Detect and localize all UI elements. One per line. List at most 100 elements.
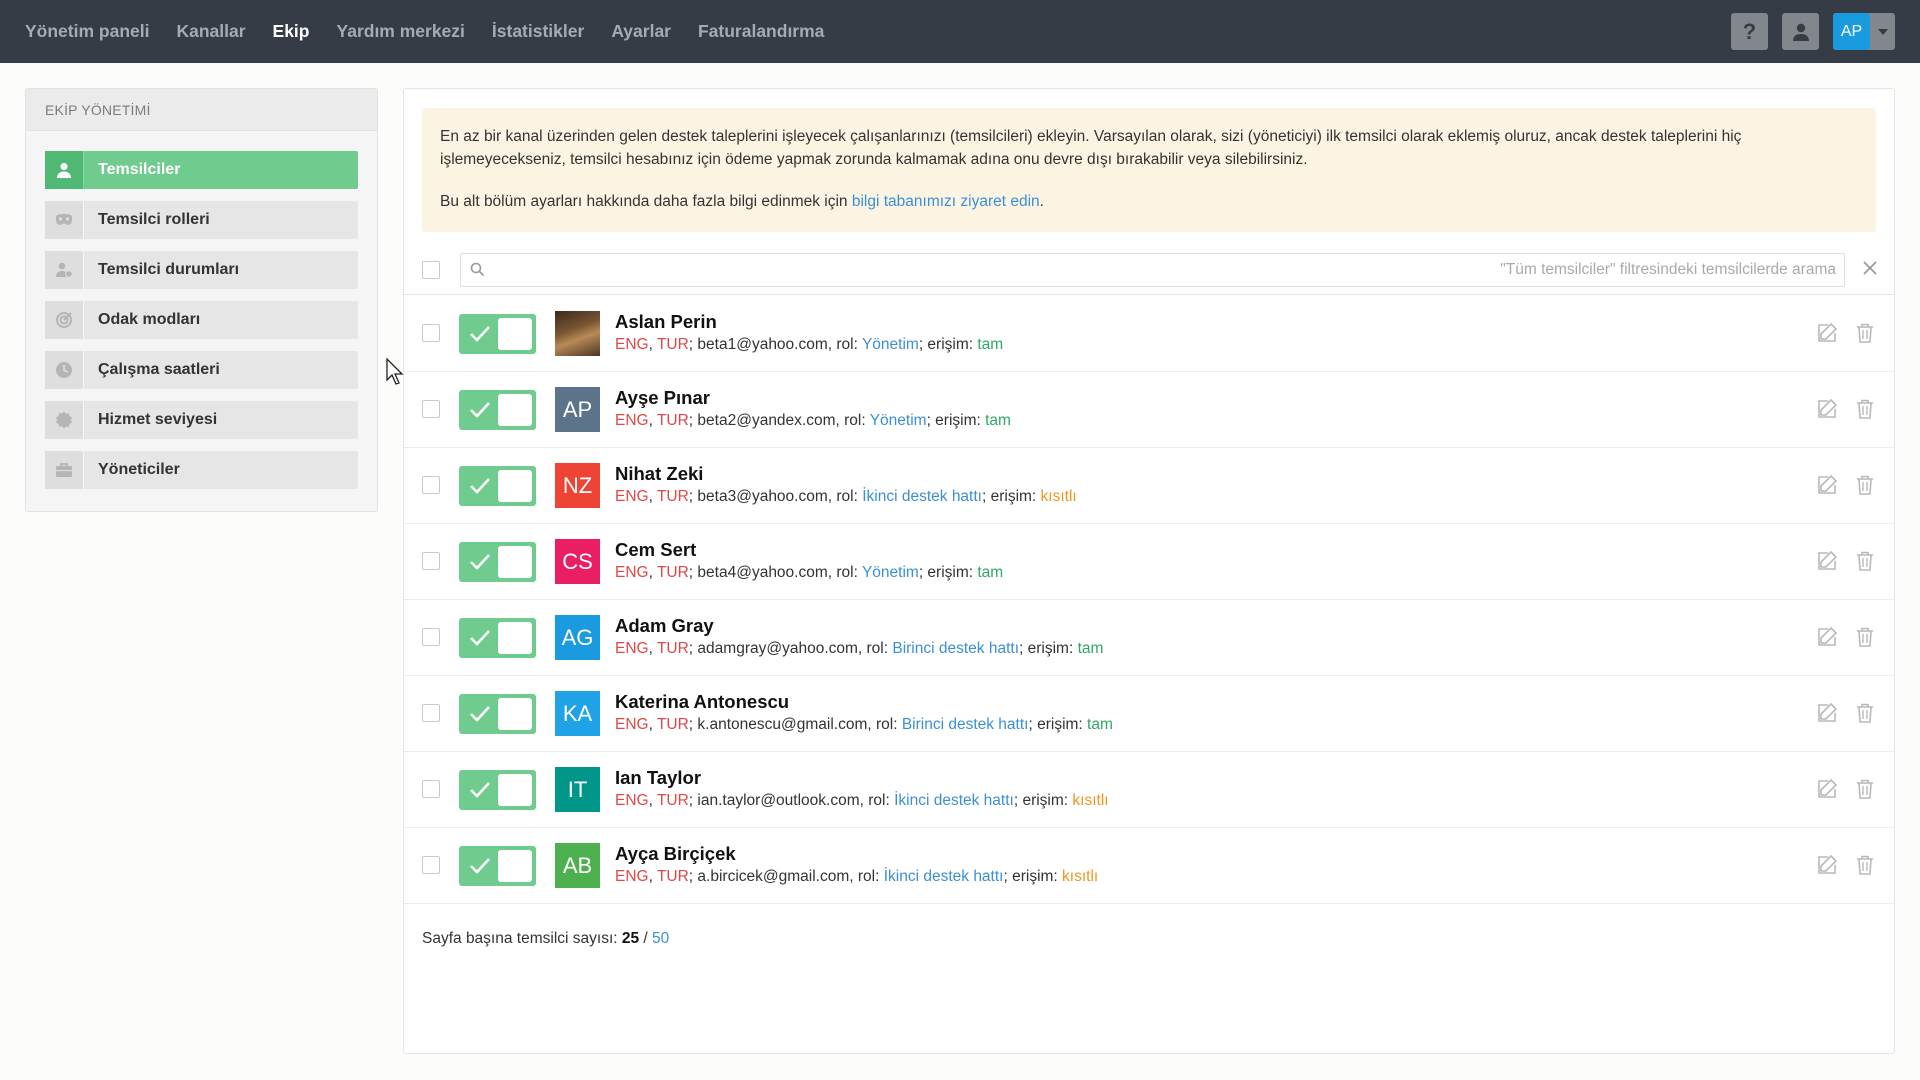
nav-billing[interactable]: Faturalandırma xyxy=(698,21,824,42)
agent-name[interactable]: Katerina Antonescu xyxy=(615,691,789,713)
agent-role-link[interactable]: Yönetim xyxy=(862,564,919,581)
agent-select-checkbox[interactable] xyxy=(422,476,440,494)
top-right-controls: ? AP xyxy=(1731,13,1895,50)
briefcase-icon xyxy=(45,451,84,489)
agent-enabled-toggle[interactable] xyxy=(459,846,536,886)
search-input[interactable] xyxy=(491,254,1836,286)
agent-role-link[interactable]: Birinci destek hattı xyxy=(902,716,1029,733)
profile-button[interactable] xyxy=(1782,13,1819,50)
trash-icon[interactable] xyxy=(1854,702,1876,729)
agent-enabled-toggle[interactable] xyxy=(459,770,536,810)
edit-icon[interactable] xyxy=(1816,398,1838,425)
agent-select-checkbox[interactable] xyxy=(422,324,440,342)
top-navbar: Yönetim paneli Kanallar Ekip Yardım merkezi… xyxy=(0,0,1920,63)
agent-role-link[interactable]: İkinci destek hattı xyxy=(884,868,1004,885)
agent-language: TUR xyxy=(656,640,689,657)
user-icon xyxy=(1792,23,1809,41)
clear-search-icon[interactable] xyxy=(1862,260,1878,276)
nav-help-center[interactable]: Yardım merkezi xyxy=(337,21,465,42)
agent-name[interactable]: Cem Sert xyxy=(615,539,696,561)
sidebar-item-1[interactable]: Temsilciler xyxy=(45,151,358,189)
agent-enabled-toggle[interactable] xyxy=(459,618,536,658)
nav-team[interactable]: Ekip xyxy=(273,21,310,42)
agent-select-checkbox[interactable] xyxy=(422,552,440,570)
mouse-cursor-icon xyxy=(386,358,404,385)
trash-icon[interactable] xyxy=(1854,550,1876,577)
edit-icon[interactable] xyxy=(1816,626,1838,653)
account-menu-button[interactable]: AP xyxy=(1833,13,1895,50)
nav-statistics[interactable]: İstatistikler xyxy=(492,21,584,42)
agent-name[interactable]: Adam Gray xyxy=(615,615,714,637)
agent-enabled-toggle[interactable] xyxy=(459,466,536,506)
edit-icon[interactable] xyxy=(1816,550,1838,577)
trash-icon[interactable] xyxy=(1854,854,1876,881)
agent-language: ENG xyxy=(615,412,649,429)
sidebar-item-5[interactable]: Çalışma saatleri xyxy=(45,351,358,389)
agent-access-level: tam xyxy=(977,564,1004,581)
agent-select-checkbox[interactable] xyxy=(422,400,440,418)
sidebar-item-4[interactable]: Odak modları xyxy=(45,301,358,339)
agent-details: ENG, TUR; beta3@yahoo.com, rol: İkinci d… xyxy=(615,488,1077,505)
agent-avatar: AP xyxy=(555,387,600,432)
agent-email: beta1@yahoo.com xyxy=(697,336,828,353)
help-button[interactable]: ? xyxy=(1731,13,1768,50)
agent-language: ENG xyxy=(615,868,649,885)
agent-enabled-toggle[interactable] xyxy=(459,694,536,734)
agent-email: beta2@yandex.com xyxy=(697,412,836,429)
trash-icon[interactable] xyxy=(1854,474,1876,501)
sidebar-menu: Temsilciler Temsilci rolleri Temsilci duru… xyxy=(26,131,377,489)
sidebar-item-2[interactable]: Temsilci rolleri xyxy=(45,201,358,239)
agent-row: AB Ayça Birçiçek ENG, TUR; a.bircicek@gmai… xyxy=(404,828,1894,904)
select-all-checkbox[interactable] xyxy=(422,261,440,279)
trash-icon[interactable] xyxy=(1854,398,1876,425)
edit-icon[interactable] xyxy=(1816,474,1838,501)
knowledge-base-link[interactable]: bilgi tabanımızı ziyaret edin xyxy=(852,193,1040,210)
agent-select-checkbox[interactable] xyxy=(422,856,440,874)
edit-icon[interactable] xyxy=(1816,778,1838,805)
agent-name[interactable]: Ian Taylor xyxy=(615,767,701,789)
trash-icon[interactable] xyxy=(1854,778,1876,805)
per-page-option-50[interactable]: 50 xyxy=(652,930,669,947)
nav-dashboard[interactable]: Yönetim paneli xyxy=(25,21,149,42)
agent-role-link[interactable]: İkinci destek hattı xyxy=(862,488,982,505)
agent-role-link[interactable]: Yönetim xyxy=(870,412,927,429)
agent-language: ENG xyxy=(615,792,649,809)
trash-icon[interactable] xyxy=(1854,626,1876,653)
agent-select-checkbox[interactable] xyxy=(422,780,440,798)
check-icon xyxy=(470,478,490,494)
mask-icon xyxy=(45,201,84,239)
check-icon xyxy=(470,782,490,798)
agent-role-link[interactable]: Birinci destek hattı xyxy=(892,640,1019,657)
edit-icon[interactable] xyxy=(1816,854,1838,881)
agent-select-checkbox[interactable] xyxy=(422,628,440,646)
sidebar-item-7[interactable]: Yöneticiler xyxy=(45,451,358,489)
agent-name[interactable]: Nihat Zeki xyxy=(615,463,703,485)
per-page-current: 25 xyxy=(621,930,640,947)
agent-language: TUR xyxy=(656,336,689,353)
clock-icon xyxy=(45,351,84,389)
edit-icon[interactable] xyxy=(1816,322,1838,349)
nav-settings[interactable]: Ayarlar xyxy=(611,21,671,42)
agent-enabled-toggle[interactable] xyxy=(459,314,536,354)
agent-name[interactable]: Ayça Birçiçek xyxy=(615,843,736,865)
edit-icon[interactable] xyxy=(1816,702,1838,729)
agent-access-level: tam xyxy=(1077,640,1104,657)
agent-role-link[interactable]: Yönetim xyxy=(862,336,919,353)
agent-name[interactable]: Aslan Perin xyxy=(615,311,717,333)
agent-avatar: IT xyxy=(555,767,600,812)
agent-access-level: kısıtlı xyxy=(1062,868,1099,885)
agent-enabled-toggle[interactable] xyxy=(459,542,536,582)
agent-name[interactable]: Ayşe Pınar xyxy=(615,387,710,409)
agent-avatar: NZ xyxy=(555,463,600,508)
agent-enabled-toggle[interactable] xyxy=(459,390,536,430)
sidebar-item-6[interactable]: Hizmet seviyesi xyxy=(45,401,358,439)
agent-select-checkbox[interactable] xyxy=(422,704,440,722)
nav-channels[interactable]: Kanallar xyxy=(176,21,245,42)
agent-avatar: AB xyxy=(555,843,600,888)
trash-icon[interactable] xyxy=(1854,322,1876,349)
search-box xyxy=(460,253,1845,287)
sidebar-item-3[interactable]: Temsilci durumları xyxy=(45,251,358,289)
user-icon xyxy=(45,151,84,189)
check-icon xyxy=(470,706,490,722)
agent-role-link[interactable]: İkinci destek hattı xyxy=(894,792,1014,809)
